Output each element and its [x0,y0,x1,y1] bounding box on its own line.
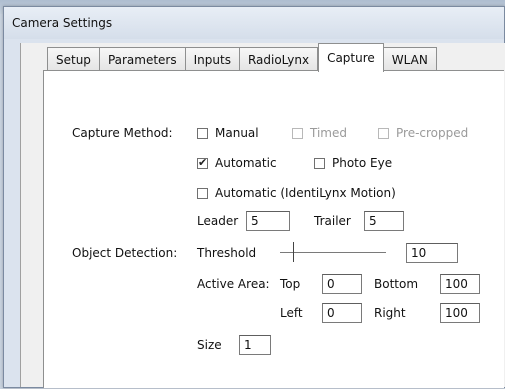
window-title: Camera Settings [12,16,113,30]
threshold-input[interactable]: 10 [406,243,458,263]
active-area-label: Active Area: [197,277,270,291]
slider-track [280,252,386,253]
tab-inputs[interactable]: Inputs [185,47,240,72]
left-label: Left [280,306,303,320]
threshold-label: Threshold [197,246,257,260]
photo-eye-checkbox[interactable] [314,158,325,169]
bottom-label: Bottom [374,277,419,291]
slider-thumb[interactable] [293,242,294,262]
leader-label: Leader [197,214,239,228]
tab-radiolynx[interactable]: RadioLynx [239,47,319,72]
top-label: Top [280,277,301,291]
photo-eye-label: Photo Eye [332,156,393,170]
left-input[interactable]: 0 [322,303,362,323]
camera-settings-dialog: Camera Settings Setup Parameters Inputs … [3,6,505,388]
check-mark-icon: ✔ [198,156,208,169]
right-label: Right [374,306,406,320]
leader-input[interactable]: 5 [246,211,290,231]
automatic-label: Automatic [215,156,277,170]
tab-capture[interactable]: Capture [318,43,384,72]
top-input[interactable]: 0 [322,274,362,294]
timed-label: Timed [310,126,347,140]
size-label: Size [197,338,222,352]
manual-checkbox[interactable] [197,128,208,139]
identilynx-motion-checkbox[interactable] [197,188,208,199]
tab-parameters[interactable]: Parameters [99,47,186,72]
manual-label: Manual [215,126,259,140]
identilynx-motion-label: Automatic (IdentiLynx Motion) [215,186,396,200]
bottom-input[interactable]: 100 [440,274,480,294]
precropped-checkbox[interactable] [378,128,389,139]
automatic-checkbox[interactable]: ✔ [197,156,208,169]
capture-tab-panel: Capture Method: Manual Timed Pre-cropped… [43,70,504,388]
tab-wlan[interactable]: WLAN [383,47,437,72]
object-detection-label: Object Detection: [72,246,178,260]
title-bar[interactable]: Camera Settings [4,7,504,39]
trailer-input[interactable]: 5 [364,211,404,231]
right-input[interactable]: 100 [440,303,480,323]
size-input[interactable]: 1 [239,335,271,355]
tab-setup[interactable]: Setup [47,47,100,72]
trailer-label: Trailer [314,214,351,228]
tab-strip: Setup Parameters Inputs RadioLynx Captur… [47,43,437,72]
capture-method-label: Capture Method: [72,126,173,140]
timed-checkbox[interactable] [292,128,303,139]
precropped-label: Pre-cropped [396,126,469,140]
dialog-client-area: Setup Parameters Inputs RadioLynx Captur… [20,43,505,388]
